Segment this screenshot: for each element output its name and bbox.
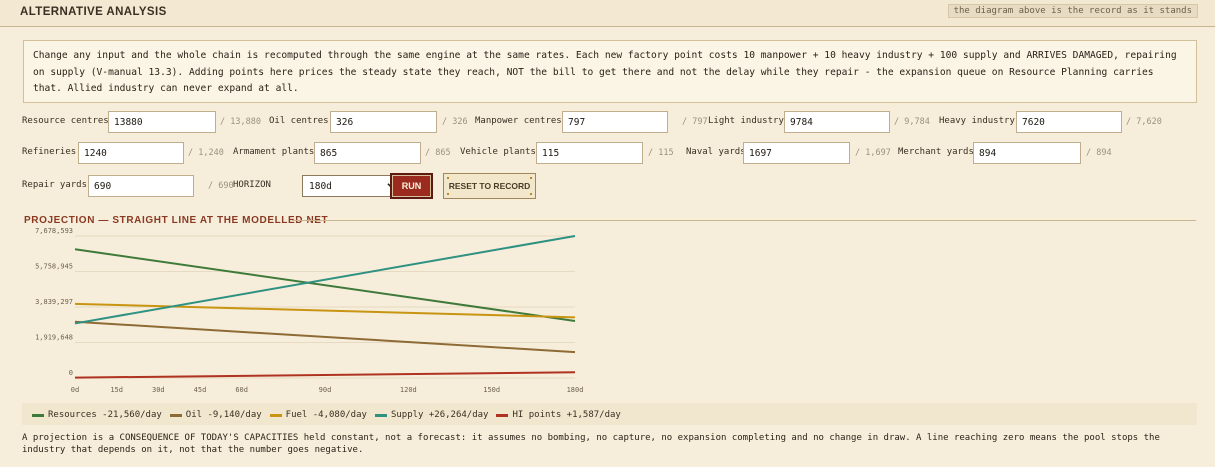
legend-swatch <box>169 413 182 417</box>
refineries-input[interactable] <box>78 142 184 164</box>
horizon-selected-value: 180d <box>309 181 332 192</box>
y-tick-label: 5,758,945 <box>35 263 73 271</box>
y-tick-label: 7,678,593 <box>35 227 73 235</box>
x-tick-label: 30d <box>152 386 165 394</box>
heavy-industry-max: / 7,620 <box>1126 117 1162 127</box>
corner-rivet-icon <box>530 177 532 179</box>
legend-label: Supply +26,264/day <box>390 410 489 420</box>
projection-divider <box>292 220 1196 221</box>
projection-chart: 0 1,919,648 3,839,297 5,758,945 7,678,593 0d 1… <box>35 227 584 394</box>
legend-item: HI points +1,587/day <box>496 409 621 421</box>
panel-header: ALTERNATIVE ANALYSIS the diagram above i… <box>0 0 1215 27</box>
light-industry-input[interactable] <box>784 111 890 133</box>
panel-title: ALTERNATIVE ANALYSIS <box>20 6 167 18</box>
reset-button-label: RESET TO RECORD <box>448 181 531 191</box>
manpower-centres-max: / 797 <box>682 117 708 127</box>
legend-swatch <box>32 413 44 417</box>
legend-swatch <box>374 413 387 417</box>
chart-legend-box: Resources -21,560/day Oil -9,140/day Fuel … <box>22 403 1197 425</box>
merchant-yards-label: Merchant yards <box>898 147 974 157</box>
projection-footnote: A projection is a CONSEQUENCE OF TODAY'S… <box>22 433 1160 455</box>
manpower-centres-label: Manpower centres <box>475 116 562 126</box>
x-tick-label: 150d <box>483 386 500 394</box>
corner-rivet-icon <box>530 193 532 195</box>
oil-centres-label: Oil centres <box>269 116 329 126</box>
y-tick-label: 0 <box>69 369 73 377</box>
legend-item: Oil -9,140/day <box>169 409 262 421</box>
armament-plants-max: / 865 <box>425 148 451 158</box>
series-line <box>74 371 576 379</box>
naval-yards-input[interactable] <box>743 142 850 164</box>
refineries-label: Refineries <box>22 147 77 157</box>
x-tick-label: 180d <box>567 386 584 394</box>
vehicle-plants-label: Vehicle plants <box>460 147 536 157</box>
legend-swatch <box>269 413 282 417</box>
oil-centres-max: / 326 <box>442 117 468 127</box>
resource-centres-input[interactable] <box>108 111 216 133</box>
armament-plants-input[interactable] <box>314 142 421 164</box>
legend-item: Resources -21,560/day <box>32 409 162 421</box>
light-industry-label: Light industry <box>708 116 784 126</box>
repair-yards-label: Repair yards <box>22 180 88 190</box>
legend-item: Fuel -4,080/day <box>269 409 367 421</box>
corner-rivet-icon <box>447 193 449 195</box>
refineries-max: / 1,240 <box>188 148 224 158</box>
light-industry-max: / 9,784 <box>894 117 930 127</box>
corner-rivet-icon <box>447 177 449 179</box>
manpower-centres-input[interactable] <box>562 111 668 133</box>
naval-yards-max: / 1,697 <box>855 148 891 158</box>
merchant-yards-input[interactable] <box>973 142 1081 164</box>
repair-yards-input[interactable] <box>88 175 194 197</box>
naval-yards-label: Naval yards <box>686 147 746 157</box>
x-tick-label: 15d <box>110 386 123 394</box>
series-line <box>74 320 576 354</box>
heavy-industry-label: Heavy industry <box>939 116 1015 126</box>
repair-yards-max: / 690 <box>208 181 234 191</box>
x-tick-label: 45d <box>194 386 207 394</box>
projection-title: PROJECTION — STRAIGHT LINE AT THE MODELL… <box>24 215 329 226</box>
x-tick-label: 120d <box>400 386 417 394</box>
horizon-label: HORIZON <box>233 180 271 190</box>
intro-note: Change any input and the whole chain is … <box>23 40 1197 103</box>
legend-label: Fuel -4,080/day <box>285 410 367 420</box>
x-tick-label: 0d <box>71 386 79 394</box>
horizon-select[interactable]: 180d <box>302 175 403 197</box>
merchant-yards-max: / 894 <box>1086 148 1112 158</box>
vehicle-plants-input[interactable] <box>536 142 643 164</box>
legend-label: Resources -21,560/day <box>48 410 162 420</box>
legend-label: HI points +1,587/day <box>512 410 621 420</box>
x-tick-label: 90d <box>319 386 332 394</box>
legend-item: Supply +26,264/day <box>374 409 489 421</box>
legend-label: Oil -9,140/day <box>185 410 262 420</box>
legend-swatch <box>496 413 509 417</box>
heavy-industry-input[interactable] <box>1016 111 1122 133</box>
x-tick-label: 60d <box>235 386 248 394</box>
reset-to-record-button[interactable]: RESET TO RECORD <box>443 173 536 199</box>
y-tick-label: 3,839,297 <box>35 298 73 306</box>
chart-legend: Resources -21,560/day Oil -9,140/day Fuel … <box>32 409 629 421</box>
vehicle-plants-max: / 115 <box>648 148 674 158</box>
armament-plants-label: Armament plants <box>233 147 315 157</box>
y-tick-label: 1,919,648 <box>35 334 73 342</box>
resource-centres-max: / 13,880 <box>220 117 261 127</box>
record-note-badge: the diagram above is the record as it st… <box>947 4 1198 18</box>
oil-centres-input[interactable] <box>330 111 437 133</box>
resource-centres-label: Resource centres <box>22 116 109 126</box>
run-button[interactable]: RUN <box>390 173 433 199</box>
